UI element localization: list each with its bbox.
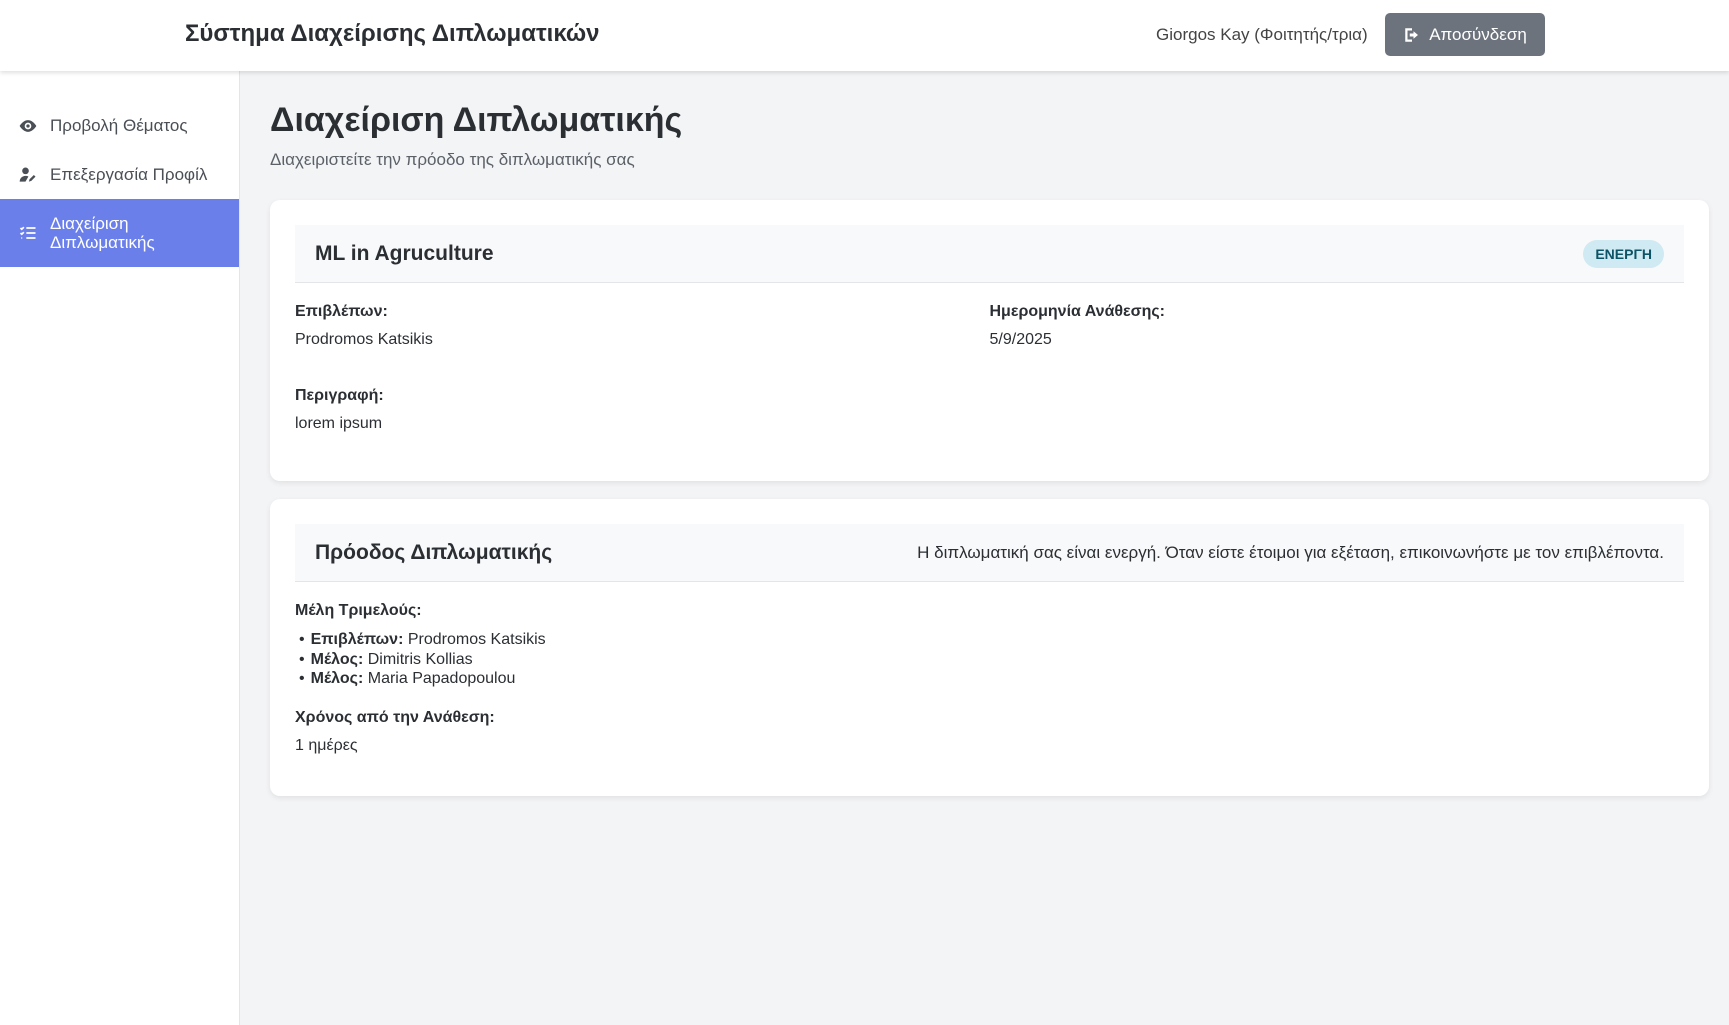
sidebar-item-label: Διαχείριση Διπλωματικής (50, 214, 155, 252)
supervisor-label: Επιβλέπων: (295, 303, 388, 320)
member-role: Επιβλέπων: (310, 631, 404, 648)
progress-title: Πρόοδος Διπλωματικής (315, 540, 553, 564)
task-list-icon (19, 226, 36, 239)
page-subtitle: Διαχειριστείτε την πρόοδο της διπλωματικ… (270, 150, 635, 169)
description-value: lorem ipsum (295, 415, 383, 432)
progress-note: Η διπλωματική σας είναι ενεργή. Όταν είσ… (917, 542, 1664, 562)
committee-list: Επιβλέπων: Prodromos Katsikis Μέλος: Dim… (295, 630, 1684, 689)
page-title: Διαχείριση Διπλωματικής (270, 101, 683, 139)
progress-card-header: Πρόοδος Διπλωματικής Η διπλωματική σας ε… (295, 524, 1684, 582)
thesis-title: ML in Agruculture (315, 241, 494, 265)
thesis-card: ML in Agruculture ΕΝΕΡΓΗ Επιβλέπων: Prod… (270, 200, 1709, 481)
description-label: Περιγραφή: (295, 387, 384, 404)
committee-label: Μέλη Τριμελούς: (295, 602, 422, 619)
logout-icon (1405, 27, 1419, 42)
elapsed-label: Χρόνος από την Ανάθεση: (295, 708, 495, 726)
list-item: Επιβλέπων: Prodromos Katsikis (299, 630, 1684, 650)
assignment-date-label: Ημερομηνία Ανάθεσης: (989, 303, 1166, 320)
progress-card: Πρόοδος Διπλωματικής Η διπλωματική σας ε… (270, 499, 1709, 796)
eye-icon (19, 119, 37, 132)
status-badge: ΕΝΕΡΓΗ (1583, 239, 1664, 268)
member-name: Dimitris Kollias (367, 650, 473, 668)
thesis-card-header: ML in Agruculture ΕΝΕΡΓΗ (295, 225, 1684, 283)
sidebar-item-view-topic[interactable]: Προβολή Θέματος (0, 101, 239, 150)
logout-button[interactable]: Αποσύνδεση (1385, 13, 1545, 56)
user-edit-icon (19, 167, 36, 182)
member-role: Μέλος: (310, 670, 364, 687)
supervisor-value: Prodromos Katsikis (295, 331, 433, 348)
elapsed-value: 1 ημέρες (295, 736, 358, 754)
top-header: Σύστημα Διαχείρισης Διπλωματικών Giorgos… (0, 0, 1729, 71)
member-name: Maria Papadopoulou (367, 670, 516, 687)
main-content: Διαχείριση Διπλωματικής Διαχειριστείτε τ… (270, 71, 1710, 796)
sidebar-item-edit-profile[interactable]: Επεξεργασία Προφίλ (0, 150, 239, 199)
app-title: Σύστημα Διαχείρισης Διπλωματικών (185, 20, 600, 47)
logout-label: Αποσύνδεση (1429, 24, 1527, 44)
list-item: Μέλος: Maria Papadopoulou (299, 669, 1684, 689)
list-item: Μέλος: Dimitris Kollias (299, 650, 1684, 670)
sidebar: Προβολή Θέματος Επεξεργασία Προφίλ Διαχε… (0, 71, 240, 1025)
assignment-date-value: 5/9/2025 (989, 331, 1052, 348)
member-name: Prodromos Katsikis (407, 631, 546, 648)
sidebar-item-label: Επεξεργασία Προφίλ (50, 164, 208, 184)
member-role: Μέλος: (310, 650, 364, 668)
user-name: Giorgos Kay (Φοιτητής/τρια) (1156, 25, 1368, 44)
sidebar-item-manage-thesis[interactable]: Διαχείριση Διπλωματικής (0, 199, 239, 267)
sidebar-item-label: Προβολή Θέματος (50, 115, 188, 135)
